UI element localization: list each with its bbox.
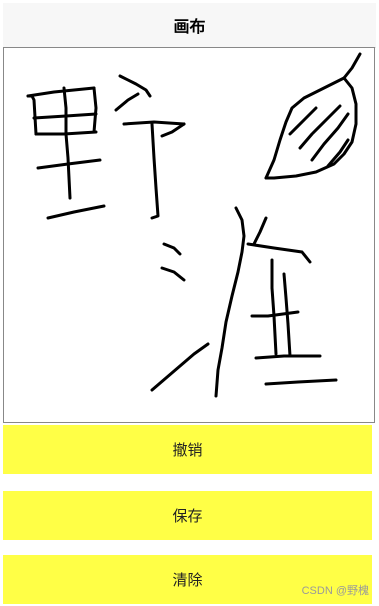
- page-title: 画布: [173, 19, 206, 36]
- stroke-group-ya: [150, 206, 338, 398]
- stroke-group-ye: [26, 74, 186, 220]
- watermark: CSDN @野槐: [301, 585, 369, 597]
- canvas-strokes: [26, 52, 362, 398]
- app-root: 画布 撤销 保存 清除 CSDN @野槐: [0, 0, 379, 606]
- drawing-canvas[interactable]: [3, 47, 375, 423]
- save-button[interactable]: 保存: [3, 491, 372, 540]
- stroke-group-leaf: [264, 52, 362, 180]
- nav-bar: 画布: [3, 3, 376, 48]
- undo-button[interactable]: 撤销: [3, 425, 372, 474]
